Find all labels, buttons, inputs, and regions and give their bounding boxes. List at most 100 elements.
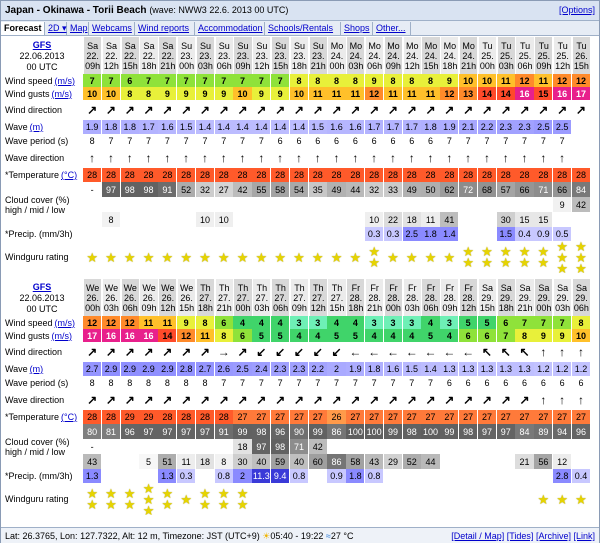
tab-shops[interactable]: Shops xyxy=(341,22,373,35)
wind-gusts-cell: 5 xyxy=(327,329,346,342)
star-icon: ★ xyxy=(199,249,211,265)
rating-cell: ★ xyxy=(534,483,552,515)
cloud-cell xyxy=(459,454,478,469)
model-link[interactable]: GFS xyxy=(33,40,52,50)
wave-period-cell: 7 xyxy=(258,136,264,146)
footer-link-2[interactable]: [Archive] xyxy=(536,531,571,541)
tab-webcams[interactable]: Webcams xyxy=(89,22,135,35)
cloud-cell: 58 xyxy=(346,454,365,469)
rating-cell xyxy=(309,483,327,515)
time-cell: Sa 29. 03h xyxy=(553,279,572,316)
star-icon: ★ xyxy=(161,497,174,512)
precip-cell xyxy=(346,227,365,241)
wind-direction-cell: ↗ xyxy=(102,342,120,362)
cloud-cell xyxy=(308,212,327,227)
wave-period-cell: 7 xyxy=(146,136,152,146)
star-icon: ★ xyxy=(518,255,531,270)
precip-cell: 0.8 xyxy=(214,469,233,483)
cloud-cell: 10 xyxy=(214,212,233,227)
cloud-cell: 50 xyxy=(421,182,440,197)
cloud-cell xyxy=(346,439,365,454)
star-icon: ★ xyxy=(424,249,437,265)
wave-direction-cell: ↗ xyxy=(365,390,383,410)
wind-speed-cell: 9 xyxy=(177,316,196,329)
precip-label: *Precip. (mm/3h) xyxy=(5,471,73,481)
rating-cell xyxy=(421,483,439,515)
wave-direction-cell: ↗ xyxy=(139,390,157,410)
time-cell: Tu 25. 06h xyxy=(515,37,534,74)
time-cell: Sa 22. 18h xyxy=(139,37,158,74)
wind-gusts-cell: 14 xyxy=(496,87,515,100)
arrow-icon: ↙ xyxy=(331,345,342,359)
tab-other-[interactable]: Other... xyxy=(373,22,411,35)
tab-accommodation[interactable]: Accommodation xyxy=(195,22,265,35)
rating-cell: ★ ★ xyxy=(365,241,383,273)
cloud-cell xyxy=(195,439,215,454)
precip-cell xyxy=(308,227,327,241)
arrow-icon: ↗ xyxy=(162,393,173,407)
arrow-icon: ↗ xyxy=(181,103,192,117)
wind-direction-cell: ↗ xyxy=(158,342,176,362)
cloud-cell: 43 xyxy=(83,454,102,469)
cloud-cell: 99 xyxy=(308,424,327,439)
rating-cell: ★ ★ xyxy=(158,483,176,515)
arrow-icon: ← xyxy=(349,345,362,359)
cloud-cell: 29 xyxy=(383,454,403,469)
cloud-cell xyxy=(515,197,534,212)
wave-period-row: Wave period (s) 8 7 7 7 7 7 7 7 7 7 6 6 6 6 6 6 6 6 6 7 7 7 7 7 7… xyxy=(1,134,599,148)
tab-wind-reports[interactable]: Wind reports xyxy=(135,22,195,35)
model-link[interactable]: GFS xyxy=(33,282,52,292)
wave-period-cell: 6 xyxy=(334,136,340,146)
tab-2d[interactable]: 2D ▾ xyxy=(45,22,67,35)
temperature-cell: 28 xyxy=(214,410,233,424)
wind-speed-cell: 11 xyxy=(496,74,515,87)
wave-cell: 1.3 xyxy=(496,362,515,376)
wave-period-cell: 7 xyxy=(240,136,246,146)
wave-cell: 1.3 xyxy=(515,362,534,376)
cloud-cell: 21 xyxy=(515,454,534,469)
wave-cell: 2.3 xyxy=(271,362,290,376)
tab-schools-rentals[interactable]: Schools/Rentals xyxy=(265,22,341,35)
wind-direction-cell: → xyxy=(215,342,233,362)
arrow-icon: ↖ xyxy=(500,345,511,359)
arrow-icon: ↑ xyxy=(352,151,359,165)
tab-forecast[interactable]: Forecast xyxy=(1,22,45,35)
wave-cell: 2.3 xyxy=(515,120,534,134)
star-icon: ★ xyxy=(236,249,249,265)
sea-temperature: 27 °C xyxy=(330,531,354,541)
time-cell: Sa 29. 00h xyxy=(534,279,553,316)
arrow-icon: ↗ xyxy=(387,393,398,407)
star-icon: ★ xyxy=(443,249,456,265)
cloud-cell xyxy=(477,197,497,212)
wind-direction-cell: ↗ xyxy=(459,100,477,120)
tab-map[interactable]: Map xyxy=(67,22,89,35)
arrow-icon: ↗ xyxy=(275,393,286,407)
wind-speed-cell: 8 xyxy=(346,74,365,87)
precip-cell xyxy=(101,227,121,241)
precip-cell: 1.3 xyxy=(83,469,102,483)
star-icon: ★ xyxy=(575,260,587,274)
wave-direction-cell: ↑ xyxy=(233,148,251,168)
rating-cell xyxy=(440,483,458,515)
wave-cell: 1.7 xyxy=(402,120,421,134)
precip-cell xyxy=(421,469,440,483)
cloud-cell: 18 xyxy=(233,439,252,454)
footer-link-1[interactable]: [Tides] xyxy=(507,531,534,541)
wind-speed-cell: 9 xyxy=(365,74,384,87)
footer-link-0[interactable]: [Detail / Map] xyxy=(451,531,504,541)
cloud-cell xyxy=(289,212,309,227)
arrow-icon: ↗ xyxy=(425,103,436,117)
cloud-cell: 60 xyxy=(308,454,327,469)
precip-cell: 1.8 xyxy=(421,227,440,241)
wind-direction-cell: ↙ xyxy=(327,342,345,362)
time-cell: We 26. 15h xyxy=(177,279,196,316)
wave-direction-cell: ↗ xyxy=(515,390,533,410)
options-link[interactable]: [Options] xyxy=(559,5,595,15)
precip-cell xyxy=(233,227,252,241)
footer-link-3[interactable]: [Link] xyxy=(573,531,595,541)
rating-cell xyxy=(403,483,421,515)
wind-direction-cell: ↗ xyxy=(572,100,590,120)
wave-period-cell: 8 xyxy=(89,378,95,388)
wind-direction-cell: ↗ xyxy=(233,342,251,362)
cloud-cell: 56 xyxy=(534,454,553,469)
